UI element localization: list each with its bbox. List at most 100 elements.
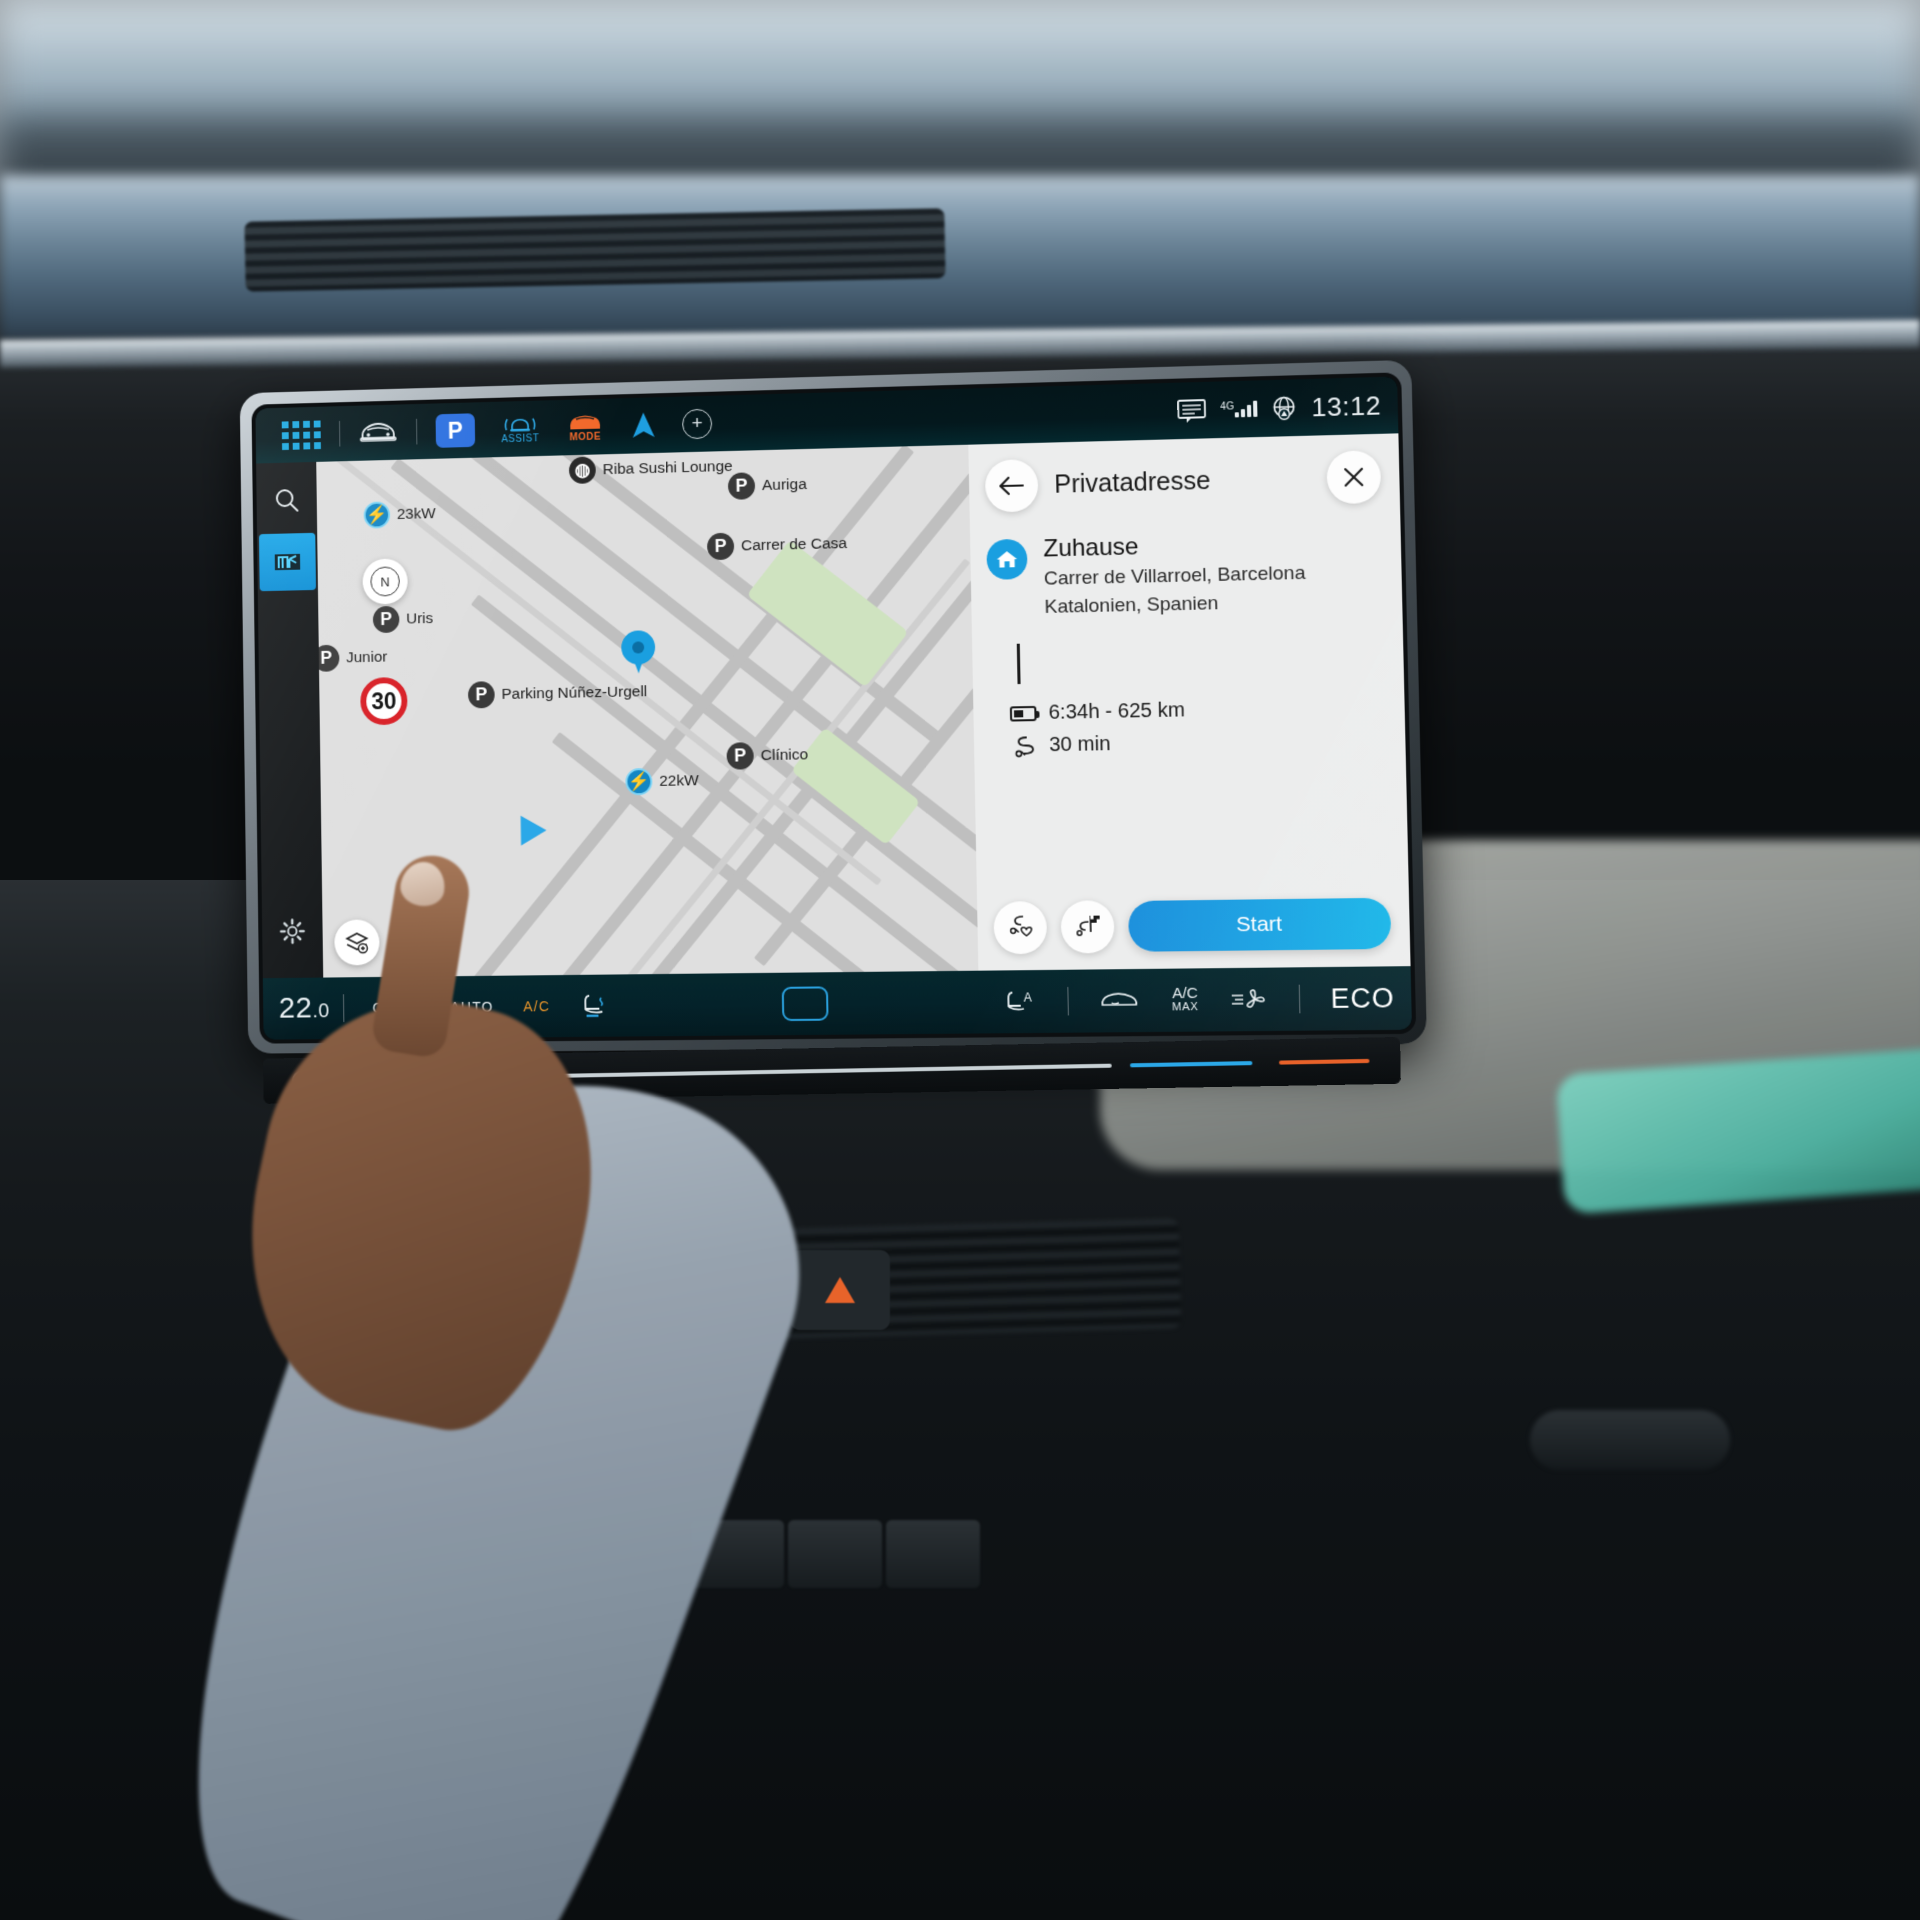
driver-assist-button[interactable]: ASSIST bbox=[487, 406, 553, 451]
route-stat-charging: 30 min bbox=[1010, 728, 1387, 759]
navigation-arrow-icon bbox=[632, 412, 655, 438]
poi-clinico[interactable]: P Clínico bbox=[726, 741, 808, 770]
charger-pin-icon: ⚡ bbox=[625, 767, 653, 796]
route-stat-range: 6:34h - 625 km bbox=[1009, 695, 1386, 725]
seat-auto-button[interactable]: A bbox=[988, 987, 1054, 1016]
climate-spacer-right bbox=[828, 1002, 988, 1004]
search-icon bbox=[272, 486, 301, 516]
poi-parking-nunez-urgell[interactable]: P Parking Núñez-Urgell bbox=[467, 678, 648, 709]
mode-label: MODE bbox=[569, 431, 602, 443]
parking-pin-icon: P bbox=[706, 532, 735, 561]
poi-charge-22kw[interactable]: ⚡ 22kW bbox=[625, 767, 699, 796]
network-type-label: 4G bbox=[1220, 401, 1235, 413]
drive-mode-button[interactable]: MODE bbox=[552, 404, 618, 449]
fan-icon bbox=[1229, 987, 1269, 1012]
destination-row[interactable]: Zuhause Carrer de Villarroel, Barcelona … bbox=[986, 527, 1384, 622]
park-label: P bbox=[435, 413, 476, 448]
route-preview-button[interactable] bbox=[1060, 900, 1115, 954]
map-layers-button[interactable] bbox=[334, 919, 380, 966]
poi-uris[interactable]: P Uris bbox=[372, 605, 434, 634]
driver-temperature[interactable]: 22.0 bbox=[279, 991, 330, 1025]
door-off-button[interactable] bbox=[788, 1520, 882, 1588]
add-favourite-button[interactable] bbox=[993, 901, 1048, 955]
vehicle-button[interactable] bbox=[346, 410, 411, 455]
poi-label: Uris bbox=[406, 609, 434, 627]
add-shortcut-button[interactable]: + bbox=[669, 401, 725, 446]
windshield-defrost-icon bbox=[1098, 988, 1142, 1013]
plus-icon: + bbox=[681, 408, 713, 440]
ac-button[interactable]: A/C bbox=[508, 998, 565, 1015]
toolbar-left-group: P ASSIST MODE + bbox=[269, 401, 725, 457]
park-assist-button[interactable]: P bbox=[423, 408, 488, 453]
back-button[interactable] bbox=[984, 458, 1039, 513]
route-statistics: 6:34h - 625 km 30 min bbox=[989, 695, 1387, 768]
settings-button[interactable] bbox=[264, 902, 321, 960]
parking-pin-icon: P bbox=[316, 644, 340, 672]
poi-label: 23kW bbox=[396, 504, 436, 523]
fan-button[interactable] bbox=[1214, 987, 1285, 1012]
defrost-button[interactable] bbox=[1083, 988, 1157, 1013]
toolbar-divider-1 bbox=[339, 420, 341, 447]
route-overview-button[interactable] bbox=[258, 532, 317, 592]
toolbar-divider-2 bbox=[416, 418, 418, 445]
temperature-value: 22 bbox=[278, 991, 313, 1025]
gear-icon bbox=[279, 917, 307, 945]
panel-title: Privatadresse bbox=[1053, 466, 1211, 499]
poi-label: Auriga bbox=[761, 475, 807, 494]
destination-address-line2: Katalonien, Spanien bbox=[1044, 593, 1219, 619]
ac-max-sublabel: MAX bbox=[1172, 1001, 1199, 1014]
map-layers-icon bbox=[344, 929, 370, 955]
destination-map-pin bbox=[621, 630, 656, 675]
apps-button[interactable] bbox=[269, 412, 334, 457]
seat-heating-left-button[interactable] bbox=[565, 991, 625, 1020]
volume-slider[interactable] bbox=[551, 1063, 1112, 1078]
speed-limit-value: 30 bbox=[371, 687, 397, 714]
poi-charge-23kw[interactable]: ⚡ 23kW bbox=[363, 500, 436, 529]
message-icon[interactable] bbox=[1176, 397, 1207, 424]
climate-divider-3 bbox=[1298, 984, 1300, 1014]
door-right-button[interactable] bbox=[886, 1520, 980, 1588]
seat-auto-icon: A bbox=[1003, 987, 1032, 1016]
door-control-buttons[interactable] bbox=[690, 1520, 980, 1588]
search-button[interactable] bbox=[258, 472, 315, 530]
pin-tail bbox=[632, 656, 645, 674]
assist-icon: ASSIST bbox=[500, 413, 540, 445]
battery-icon bbox=[1009, 705, 1037, 722]
ac-max-label: A/C bbox=[1171, 985, 1199, 1003]
cellular-signal-icon: 4G bbox=[1220, 400, 1258, 418]
climate-spacer-left bbox=[625, 1004, 783, 1006]
passenger-temp-slider[interactable] bbox=[1129, 1061, 1253, 1068]
poi-label: Junior bbox=[346, 648, 388, 666]
car-front-icon bbox=[358, 420, 397, 445]
route-duration-distance: 6:34h - 625 km bbox=[1048, 699, 1186, 724]
hazard-light-button[interactable] bbox=[790, 1250, 890, 1330]
navigation-button[interactable] bbox=[617, 403, 669, 448]
photo-scene: P ASSIST MODE + 4G 13:12 ◍ Riba Sushi Lo… bbox=[0, 0, 1920, 1920]
defroster-vent bbox=[244, 208, 946, 292]
poi-carrer-de-casa[interactable]: P Carrer de Casa bbox=[706, 530, 847, 561]
poi-label: 22kW bbox=[659, 771, 699, 790]
compass-label: N bbox=[370, 566, 400, 597]
start-navigation-button[interactable]: Start bbox=[1127, 897, 1392, 952]
glovebox-handle[interactable] bbox=[1530, 1410, 1730, 1470]
poi-label: Riba Sushi Lounge bbox=[602, 457, 733, 478]
home-button[interactable] bbox=[781, 986, 829, 1022]
poi-riba-sushi[interactable]: ◍ Riba Sushi Lounge bbox=[568, 453, 733, 484]
climate-divider-1 bbox=[343, 994, 345, 1023]
poi-auriga[interactable]: P Auriga bbox=[727, 471, 807, 500]
panel-header: Privatadresse bbox=[984, 450, 1382, 513]
poi-label: Parking Núñez-Urgell bbox=[501, 682, 648, 703]
ac-max-button[interactable]: A/C MAX bbox=[1156, 985, 1214, 1014]
seat-heating-icon bbox=[580, 992, 610, 1020]
eco-indicator[interactable]: ECO bbox=[1314, 982, 1395, 1015]
clock-label: 13:12 bbox=[1310, 389, 1382, 422]
start-label: Start bbox=[1235, 912, 1283, 937]
poi-junior[interactable]: P Junior bbox=[316, 644, 387, 672]
close-icon bbox=[1342, 466, 1365, 489]
destination-name: Zuhause bbox=[1043, 533, 1139, 563]
climate-divider-2 bbox=[1067, 987, 1069, 1016]
passenger-temp-slider-warm[interactable] bbox=[1278, 1058, 1370, 1065]
route-connector bbox=[1016, 643, 1021, 684]
charging-stop-icon bbox=[1010, 734, 1037, 759]
rail-spacer bbox=[288, 595, 292, 899]
